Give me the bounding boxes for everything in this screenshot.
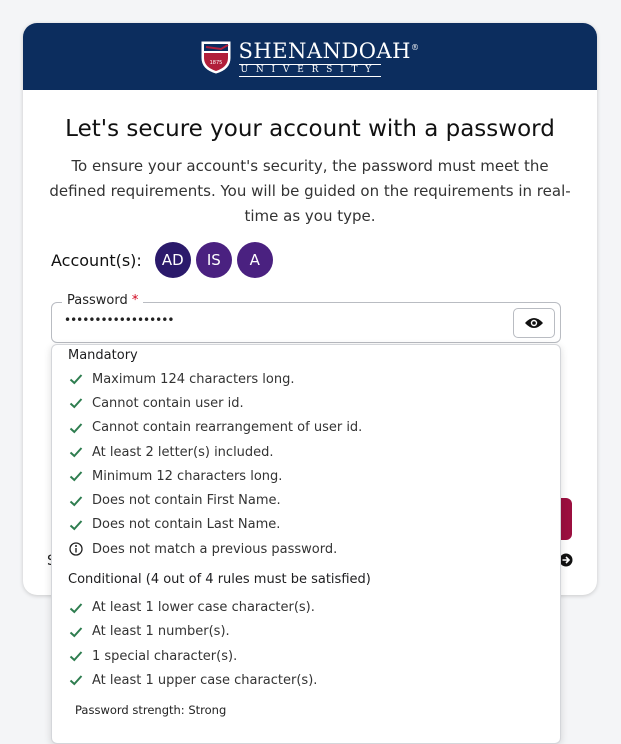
requirement-text: At least 1 number(s). [92,624,230,640]
required-mark: * [131,293,139,308]
requirement-item: At least 1 upper case character(s). [68,668,544,692]
account-avatar[interactable]: IS [195,242,232,278]
check-icon [69,520,83,531]
check-icon [69,602,83,613]
brand-header: 1875 SHENANDOAH® UNIVERSITY [23,23,597,90]
password-field[interactable]: Password * •••••••••••••••••• [51,293,561,343]
eye-icon [525,318,543,328]
arrow-right-icon[interactable] [559,553,573,567]
requirement-item: Cannot contain user id. [68,391,544,415]
requirement-text: Cannot contain user id. [92,395,244,411]
requirement-item: Cannot contain rearrangement of user id. [68,416,544,440]
requirement-text: Does not contain Last Name. [92,517,281,533]
page-lead: To ensure your account's security, the p… [49,157,571,225]
check-icon [69,495,83,507]
conditional-rules: At least 1 lower case character(s). At le… [68,595,544,692]
requirement-item: Maximum 124 characters long. [68,367,544,391]
check-icon [69,398,83,409]
requirement-item: 1 special character(s). [68,644,544,668]
check-icon [69,651,83,662]
requirement-text: Does not contain First Name. [92,493,281,509]
check-icon [69,675,83,686]
requirement-item: Does not contain Last Name. [68,513,544,537]
registered-mark: ® [410,42,420,52]
check-icon [69,471,83,482]
check-icon [69,447,83,458]
mandatory-heading: Mandatory [68,348,138,363]
password-input[interactable]: •••••••••••••••••• [64,313,174,327]
requirement-text: At least 1 upper case character(s). [92,672,318,688]
requirement-text: At least 1 lower case character(s). [92,600,315,616]
accounts-label: Account(s): [51,250,142,270]
requirement-item: Does not contain First Name. [68,488,544,512]
page-title: Let's secure your account with a passwor… [65,116,555,142]
account-avatar[interactable]: A [236,242,273,278]
password-strength: Password strength: Strong [75,702,227,717]
brand-name: SHENANDOAH [238,38,411,63]
requirement-text: Cannot contain rearrangement of user id. [92,420,363,436]
password-label: Password * [62,293,144,308]
shield-year: 1875 [209,60,222,66]
password-requirements-popover: Mandatory Maximum 124 characters long. Ca… [51,344,561,744]
requirement-text: Minimum 12 characters long. [92,468,283,484]
accounts-row: Account(s): AD IS A [51,242,273,278]
conditional-heading: Conditional (4 out of 4 rules must be sa… [68,572,371,588]
brand-sub: UNIVERSITY [238,63,382,77]
show-password-button[interactable] [513,308,555,338]
mandatory-rules: Maximum 124 characters long. Cannot conta… [68,367,544,561]
account-avatar[interactable]: AD [154,242,191,278]
requirement-text: Does not match a previous password. [92,541,338,557]
requirement-text: Maximum 124 characters long. [92,371,295,387]
check-icon [69,627,83,638]
requirement-item: Does not match a previous password. [68,537,544,561]
requirement-item: Minimum 12 characters long. [68,464,544,488]
requirement-text: 1 special character(s). [92,648,238,664]
requirement-text: At least 2 letter(s) included. [92,444,274,460]
wordmark: SHENANDOAH® UNIVERSITY [238,37,420,77]
check-icon [69,374,83,385]
requirement-item: At least 1 lower case character(s). [68,595,544,619]
requirement-item: At least 2 letter(s) included. [68,440,544,464]
university-shield-icon: 1875 [201,41,230,74]
check-icon [69,423,83,434]
requirement-item: At least 1 number(s). [68,620,544,644]
info-icon [69,542,83,556]
